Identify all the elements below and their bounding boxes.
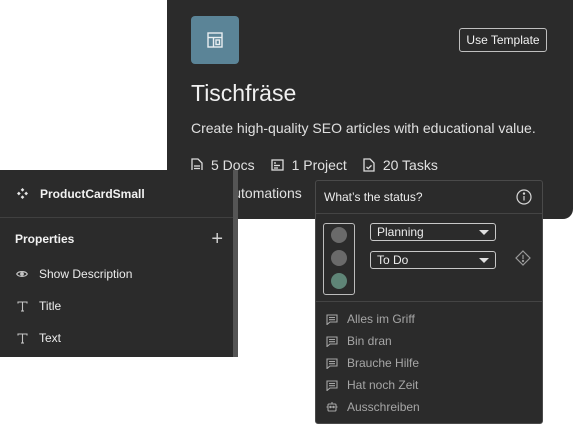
property-text[interactable]: Text [15,328,61,348]
status-phase-value: Planning [377,225,424,239]
option-label: Hat noch Zeit [347,378,419,392]
status-option-ausschreiben[interactable]: Ausschreiben [326,398,420,416]
text-icon [15,332,29,344]
status-divider [316,301,542,302]
status-task-value: To Do [377,253,409,267]
status-task-select[interactable]: To Do [370,251,496,269]
diamond-warning-icon[interactable] [515,250,531,266]
option-label: Alles im Griff [347,312,415,326]
status-light-green[interactable] [331,273,347,289]
comment-icon [326,379,338,391]
project-count: 1 Project [291,157,347,173]
component-icon [17,188,28,199]
property-label: Text [39,331,62,345]
traffic-light [323,223,355,295]
property-label: Title [39,299,62,313]
status-light-yellow[interactable] [331,250,347,266]
status-option-brauche-hilfe[interactable]: Brauche Hilfe [326,354,419,372]
properties-panel: ProductCardSmall Properties + Show Descr… [0,170,238,357]
status-phase-select[interactable]: Planning [370,223,496,241]
option-label: Brauche Hilfe [347,356,420,370]
layout-template-icon [191,16,239,64]
property-title[interactable]: Title [15,296,61,316]
chevron-down-icon [479,257,489,263]
status-dropdown: What’s the status? Planning To Do Alles … [315,180,543,424]
template-title: Tischfräse [191,80,297,106]
status-option-bin-dran[interactable]: Bin dran [326,332,392,350]
info-icon[interactable] [516,189,532,205]
component-name: ProductCardSmall [40,186,145,201]
status-option-hat-noch-zeit[interactable]: Hat noch Zeit [326,376,418,394]
task-document-icon [363,158,375,172]
status-light-red[interactable] [331,227,347,243]
property-label: Show Description [39,267,133,281]
robot-icon [326,402,338,412]
tasks-count: 20 Tasks [382,157,438,173]
project-stat: 1 Project [270,157,347,173]
properties-title: Properties [15,232,75,246]
template-description: Create high-quality SEO articles with ed… [191,120,536,136]
status-question: What’s the status? [324,190,423,204]
option-label: Bin dran [347,334,392,348]
plus-icon[interactable]: + [211,229,223,249]
tasks-stat: 20 Tasks [363,157,438,173]
comment-icon [326,335,338,347]
component-header[interactable]: ProductCardSmall [0,170,233,218]
chevron-down-icon [479,229,489,235]
status-header: What’s the status? [316,181,542,214]
properties-section-header: Properties + [15,228,223,250]
property-show-description[interactable]: Show Description [15,264,132,284]
text-icon [15,300,29,312]
comment-icon [326,357,338,369]
status-option-alles-im-griff[interactable]: Alles im Griff [326,310,415,328]
project-icon [270,159,284,171]
use-template-button[interactable]: Use Template [459,28,547,52]
eye-icon [15,270,29,278]
comment-icon [326,313,338,325]
option-label: Ausschreiben [347,400,420,414]
